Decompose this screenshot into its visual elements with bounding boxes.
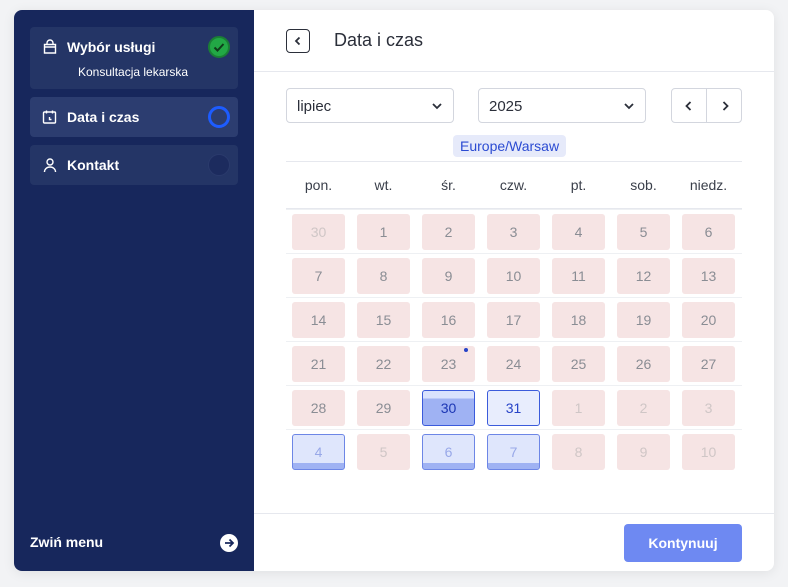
calendar-day: 2 [422, 214, 475, 250]
calendar-day: 12 [617, 258, 670, 294]
timezone-badge[interactable]: Europe/Warsaw [453, 135, 567, 157]
calendar-day[interactable]: 7 [487, 434, 540, 470]
calendar-day: 25 [552, 346, 605, 382]
calendar-day: 21 [292, 346, 345, 382]
prev-month-button[interactable] [672, 89, 707, 122]
booking-widget: Wybór usługi Konsultacja lekarska Data i… [14, 10, 774, 571]
weekday-label: pon. [304, 177, 333, 193]
calendar-day: 4 [552, 214, 605, 250]
weekday-label: czw. [499, 177, 528, 193]
weekday-label: śr. [441, 177, 456, 193]
calendar-day: 10 [682, 434, 735, 470]
calendar-day: 16 [422, 302, 475, 338]
calendar-day: 24 [487, 346, 540, 382]
chevron-down-icon [432, 103, 442, 110]
back-button[interactable] [286, 29, 310, 53]
calendar-day: 17 [487, 302, 540, 338]
calendar-day: 1 [357, 214, 410, 250]
calendar-day: 6 [682, 214, 735, 250]
step-contact-label: Kontakt [67, 157, 120, 173]
calendar-day: 28 [292, 390, 345, 426]
calendar-day: 26 [617, 346, 670, 382]
main-panel: Data i czas lipiec 2025 Europe/Warsaw po… [254, 10, 774, 571]
calendar-day[interactable]: 4 [292, 434, 345, 470]
calendar-day[interactable]: 31 [487, 390, 540, 426]
calendar-day[interactable]: 6 [422, 434, 475, 470]
page-title: Data i czas [334, 30, 424, 50]
calendar-day: 11 [552, 258, 605, 294]
calendar-day: 9 [422, 258, 475, 294]
calendar-week-row: 28 29 30 31 1 2 3 [286, 385, 742, 429]
calendar-week-row: 7 8 9 10 11 12 13 [286, 253, 742, 297]
calendar-day: 2 [617, 390, 670, 426]
continue-button[interactable]: Kontynuuj [624, 524, 742, 562]
chevron-left-icon [685, 100, 692, 111]
calendar-day: 15 [357, 302, 410, 338]
calendar-day: 5 [617, 214, 670, 250]
calendar-clock-icon [42, 110, 57, 124]
month-nav [671, 88, 742, 123]
weekday-label: pt. [570, 177, 587, 193]
step-datetime[interactable]: Data i czas [30, 97, 238, 137]
calendar-day: 22 [357, 346, 410, 382]
calendar-day: 20 [682, 302, 735, 338]
calendar-day: 29 [357, 390, 410, 426]
sidebar: Wybór usługi Konsultacja lekarska Data i… [14, 10, 254, 571]
next-month-button[interactable] [707, 89, 742, 122]
year-select-value: 2025 [489, 98, 523, 115]
calendar-day: 30 [292, 214, 345, 250]
step-service[interactable]: Wybór usługi Konsultacja lekarska [30, 27, 238, 89]
calendar-day: 18 [552, 302, 605, 338]
calendar-day: 27 [682, 346, 735, 382]
calendar-day: 19 [617, 302, 670, 338]
calendar-day: 8 [357, 258, 410, 294]
calendar-week-row: 30 1 2 3 4 5 6 [286, 209, 742, 253]
weekday-label: wt. [374, 177, 393, 193]
calendar-day: 8 [552, 434, 605, 470]
calendar-week-row: 14 15 16 17 18 19 20 [286, 297, 742, 341]
collapse-menu-button[interactable]: Zwiń menu [30, 532, 238, 554]
shopping-bag-icon [43, 39, 57, 54]
weekday-header: pon. wt. śr. czw. pt. sob. niedz. [286, 161, 742, 209]
step-service-label: Wybór usługi [67, 39, 156, 55]
year-select[interactable]: 2025 [478, 88, 646, 123]
calendar-day: 14 [292, 302, 345, 338]
today-indicator-dot [464, 348, 468, 352]
header: Data i czas [254, 10, 774, 72]
arrow-right-circle-icon [220, 534, 238, 552]
calendar-day: 1 [552, 390, 605, 426]
collapse-menu-label: Zwiń menu [30, 534, 104, 550]
calendar-day: 13 [682, 258, 735, 294]
month-select[interactable]: lipiec [286, 88, 454, 123]
calendar-day: 10 [487, 258, 540, 294]
calendar-day: 3 [487, 214, 540, 250]
calendar-day: 7 [292, 258, 345, 294]
weekday-label: sob. [630, 177, 657, 193]
calendar-day-selected[interactable]: 30 [422, 390, 475, 426]
month-select-value: lipiec [297, 98, 332, 115]
chevron-right-icon [722, 100, 729, 111]
step-contact[interactable]: Kontakt [30, 145, 238, 185]
step-done-check-icon [208, 36, 230, 58]
chevron-down-icon [624, 103, 634, 110]
step-pending-circle-icon [208, 154, 230, 176]
calendar-day: 3 [682, 390, 735, 426]
step-service-sub: Konsultacja lekarska [78, 65, 189, 79]
weekday-label: niedz. [689, 177, 728, 193]
calendar-week-row: 21 22 23 24 25 26 27 [286, 341, 742, 385]
footer: Kontynuuj [254, 513, 774, 571]
calendar-day: 5 [357, 434, 410, 470]
step-current-ring-icon [208, 106, 230, 128]
chevron-left-icon [294, 36, 301, 46]
calendar-week-row: 4 5 6 7 8 9 10 [286, 429, 742, 473]
calendar-day: 9 [617, 434, 670, 470]
step-datetime-label: Data i czas [67, 109, 140, 125]
user-icon [43, 158, 57, 173]
